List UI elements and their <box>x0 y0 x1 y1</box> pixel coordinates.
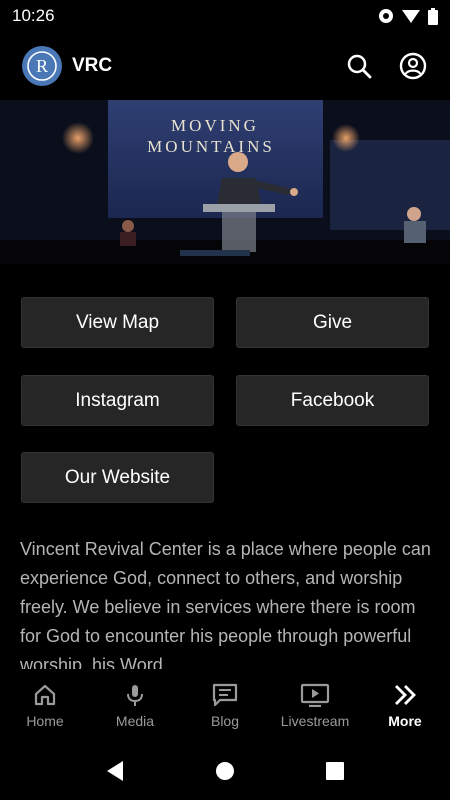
home-icon <box>34 684 56 706</box>
recents-icon[interactable] <box>325 761 345 781</box>
system-nav-bar <box>0 742 450 800</box>
microphone-icon <box>127 685 143 706</box>
nav-livestream[interactable]: Livestream <box>270 670 360 742</box>
svg-text:R: R <box>36 56 48 76</box>
hero-image: MOVING MOUNTAINS <box>0 100 450 264</box>
give-button[interactable]: Give <box>236 297 429 348</box>
search-button[interactable] <box>344 51 374 81</box>
status-icons <box>378 7 438 25</box>
account-button[interactable] <box>398 51 428 81</box>
our-website-button[interactable]: Our Website <box>21 452 214 503</box>
registered-logo-icon: R <box>27 51 57 81</box>
app-bar: R VRC <box>0 32 450 100</box>
back-icon[interactable] <box>105 760 125 782</box>
nav-home-label: Home <box>26 713 64 729</box>
search-icon <box>347 54 372 79</box>
nav-more[interactable]: More <box>360 670 450 742</box>
bottom-nav: Home Media Blog Livestream More <box>0 670 450 742</box>
church-description: Vincent Revival Center is a place where … <box>20 539 431 669</box>
nav-blog-label: Blog <box>210 713 240 729</box>
signal-icon <box>379 9 393 23</box>
app-title: VRC <box>72 55 113 76</box>
facebook-button[interactable]: Facebook <box>236 375 429 426</box>
livestream-icon <box>300 683 330 707</box>
hero-photo: MOVING MOUNTAINS <box>0 100 450 264</box>
nav-home[interactable]: Home <box>0 670 90 742</box>
nav-blog[interactable]: Blog <box>180 670 270 742</box>
wifi-icon <box>402 10 420 23</box>
nav-media[interactable]: Media <box>90 670 180 742</box>
battery-icon <box>428 7 438 25</box>
chevrons-right-icon <box>395 685 416 705</box>
status-bar: 10:26 <box>0 0 450 32</box>
app-logo[interactable]: R <box>22 46 62 86</box>
view-map-button[interactable]: View Map <box>21 297 214 348</box>
hero-title-line1: MOVING <box>171 116 259 135</box>
nav-more-label: More <box>388 713 422 729</box>
hero-title-line2: MOUNTAINS <box>147 137 275 156</box>
blog-icon <box>212 683 238 707</box>
nav-media-label: Media <box>115 713 155 729</box>
status-time: 10:26 <box>12 6 55 25</box>
home-circle-icon[interactable] <box>215 761 235 781</box>
instagram-button[interactable]: Instagram <box>21 375 214 426</box>
account-icon <box>399 52 427 80</box>
nav-livestream-label: Livestream <box>280 713 350 729</box>
